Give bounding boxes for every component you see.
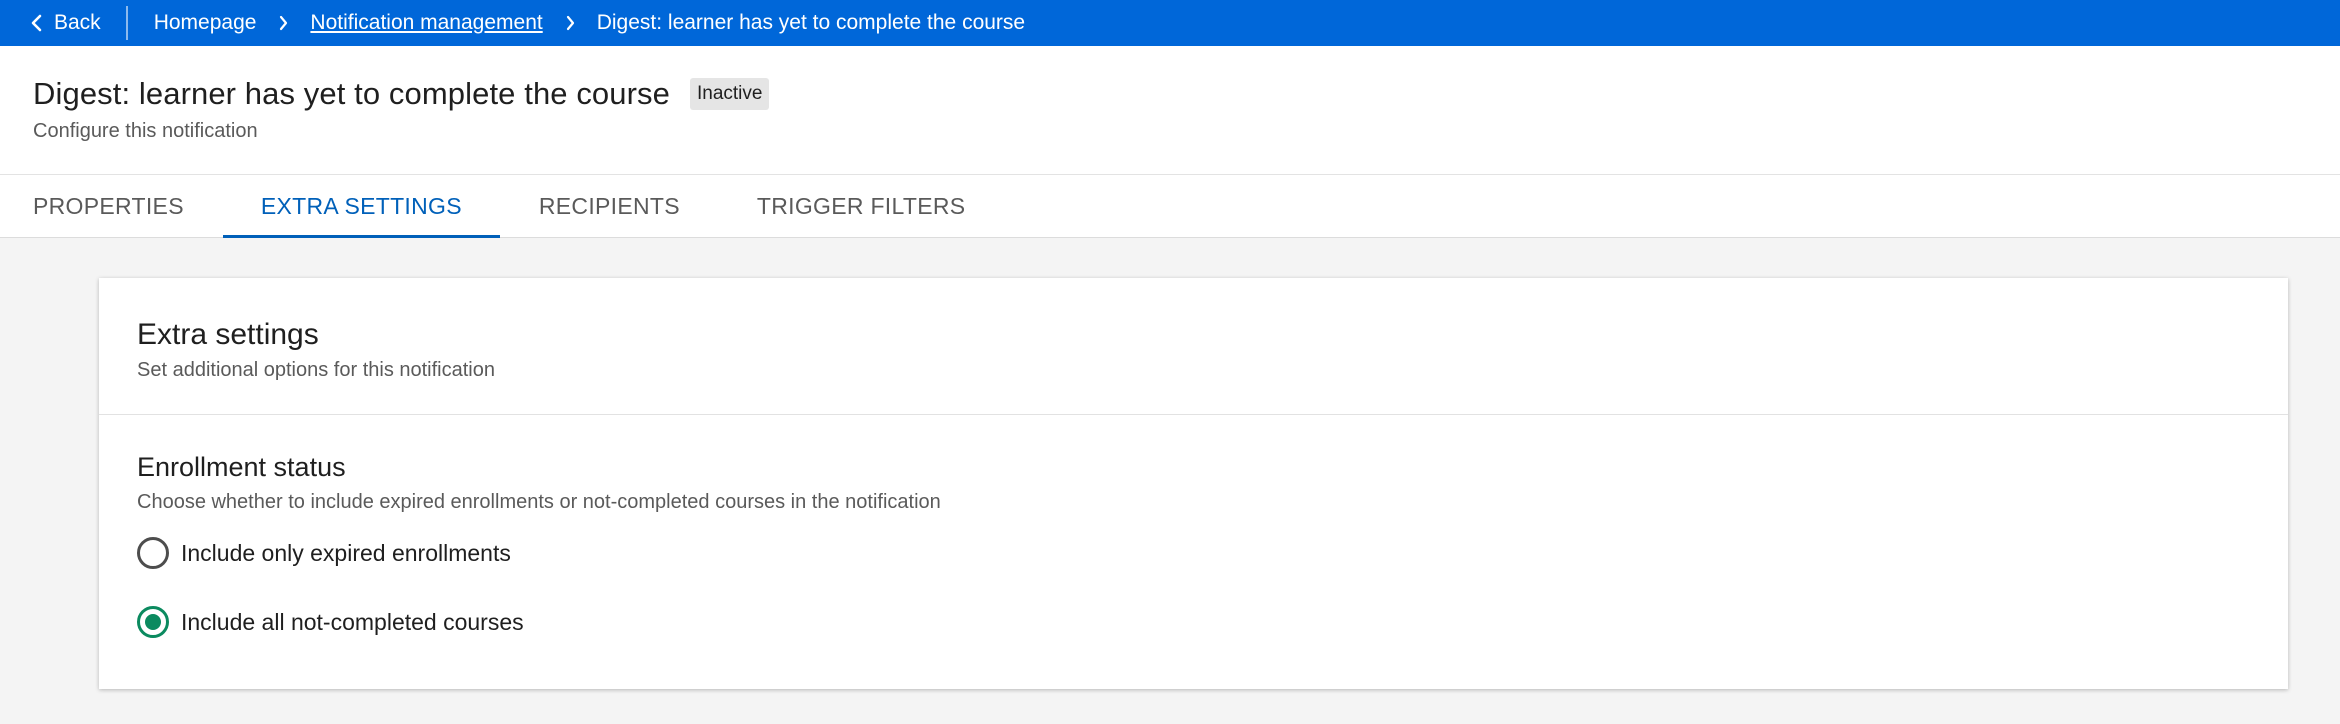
chevron-right-icon bbox=[566, 15, 575, 31]
back-button[interactable]: Back bbox=[30, 11, 101, 35]
radio-option-not-completed-courses[interactable]: Include all not-completed courses bbox=[137, 606, 2288, 638]
page-title: Digest: learner has yet to complete the … bbox=[33, 76, 670, 111]
extra-settings-card: Extra settings Set additional options fo… bbox=[99, 278, 2288, 689]
radio-dot bbox=[145, 614, 161, 630]
status-badge: Inactive bbox=[689, 78, 770, 110]
tab-recipients[interactable]: RECIPIENTS bbox=[539, 175, 680, 237]
tab-bar: PROPERTIES EXTRA SETTINGS RECIPIENTS TRI… bbox=[0, 174, 2340, 238]
back-label: Back bbox=[54, 11, 101, 34]
tab-trigger-filters[interactable]: TRIGGER FILTERS bbox=[757, 175, 966, 237]
breadcrumb-notification-management[interactable]: Notification management bbox=[310, 11, 542, 35]
breadcrumb-homepage[interactable]: Homepage bbox=[154, 11, 257, 35]
radio-label: Include all not-completed courses bbox=[181, 608, 524, 635]
tab-extra-settings[interactable]: EXTRA SETTINGS bbox=[222, 175, 500, 238]
breadcrumb-current-page: Digest: learner has yet to complete the … bbox=[596, 11, 1026, 34]
page-header: Digest: learner has yet to complete the … bbox=[0, 46, 2340, 174]
enrollment-status-section: Enrollment status Choose whether to incl… bbox=[99, 415, 2288, 638]
radio-button-checked[interactable] bbox=[137, 606, 169, 638]
tab-properties[interactable]: PROPERTIES bbox=[33, 175, 184, 237]
chevron-right-icon bbox=[279, 15, 288, 31]
divider bbox=[125, 6, 128, 40]
card-subtitle: Set additional options for this notifica… bbox=[137, 359, 495, 381]
section-title: Enrollment status bbox=[137, 452, 346, 482]
card-header: Extra settings Set additional options fo… bbox=[99, 278, 2288, 415]
chevron-left-icon bbox=[31, 14, 42, 32]
radio-option-expired-enrollments[interactable]: Include only expired enrollments bbox=[137, 537, 2288, 569]
radio-button-unchecked[interactable] bbox=[137, 537, 169, 569]
section-subtitle: Choose whether to include expired enroll… bbox=[137, 491, 941, 513]
page-subtitle: Configure this notification bbox=[33, 120, 258, 142]
breadcrumb-bar: Back Homepage Notification management Di… bbox=[0, 0, 2340, 46]
card-title: Extra settings bbox=[137, 318, 319, 351]
radio-label: Include only expired enrollments bbox=[181, 539, 511, 566]
